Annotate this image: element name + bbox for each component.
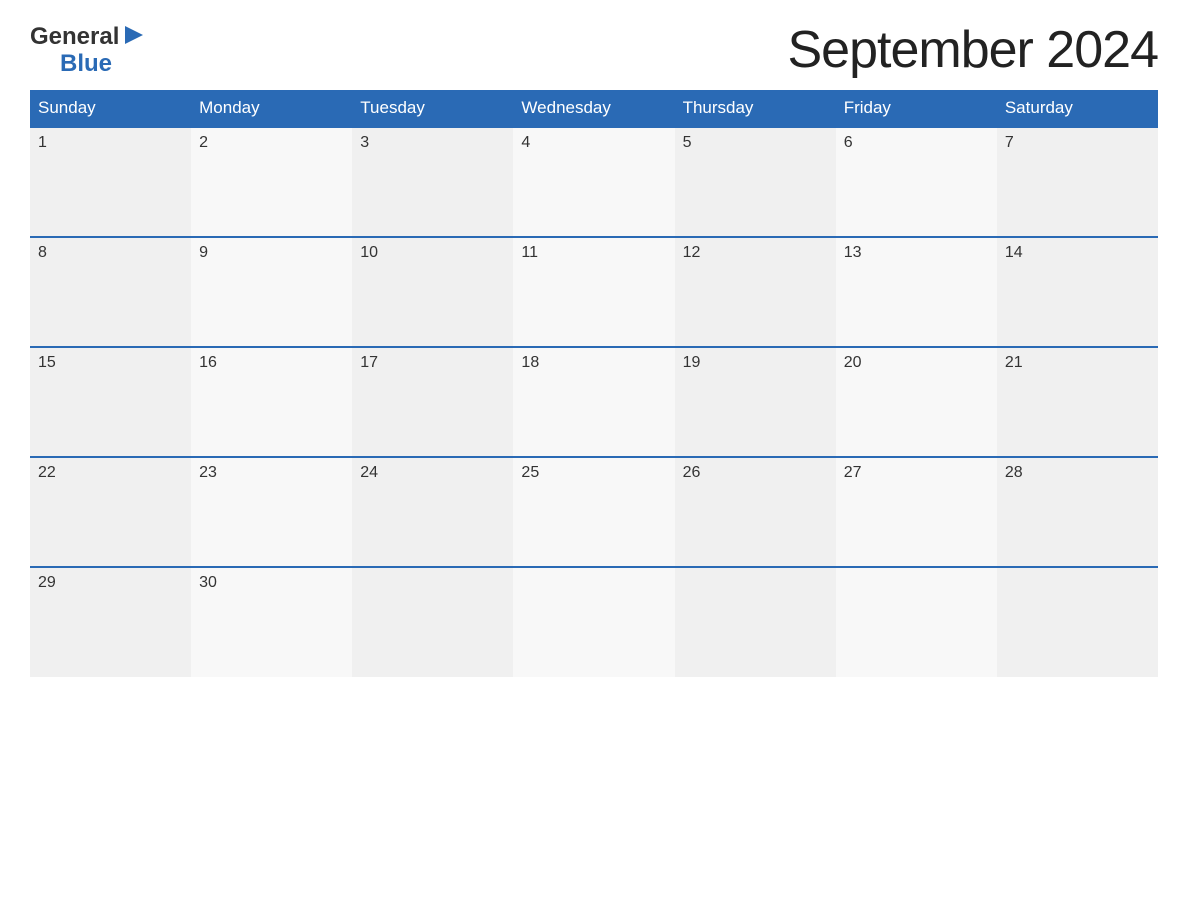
calendar-day-cell: 25 [513, 457, 674, 567]
calendar-day-cell: 22 [30, 457, 191, 567]
logo-arrow-icon [123, 24, 145, 50]
calendar-day-cell: 2 [191, 127, 352, 237]
page-header: General Blue September 2024 [30, 20, 1158, 80]
day-number: 3 [360, 134, 369, 151]
day-number: 11 [521, 244, 538, 261]
calendar-day-cell: 19 [675, 347, 836, 457]
day-number: 1 [38, 134, 47, 151]
day-number: 15 [38, 354, 56, 371]
calendar-day-cell: 13 [836, 237, 997, 347]
calendar-week-row: 22 23 24 25 26 27 28 [30, 457, 1158, 567]
day-number: 5 [683, 134, 692, 151]
month-title: September 2024 [788, 20, 1159, 80]
calendar-day-cell [836, 567, 997, 677]
day-number: 20 [844, 354, 862, 371]
day-number: 8 [38, 244, 47, 261]
calendar-week-row: 15 16 17 18 19 20 21 [30, 347, 1158, 457]
calendar-day-cell: 5 [675, 127, 836, 237]
day-number: 2 [199, 134, 208, 151]
calendar-day-cell: 3 [352, 127, 513, 237]
day-number: 25 [521, 464, 539, 481]
logo: General Blue [30, 24, 145, 76]
day-number: 29 [38, 574, 56, 591]
calendar-day-cell: 18 [513, 347, 674, 457]
logo-blue-text: Blue [60, 52, 112, 76]
day-number: 16 [199, 354, 217, 371]
day-number: 21 [1005, 354, 1023, 371]
calendar-day-cell [513, 567, 674, 677]
calendar-day-cell [997, 567, 1158, 677]
day-number: 12 [683, 244, 701, 261]
calendar-day-cell: 4 [513, 127, 674, 237]
header-friday: Friday [836, 90, 997, 127]
calendar-day-cell: 28 [997, 457, 1158, 567]
day-number: 6 [844, 134, 853, 151]
day-number: 10 [360, 244, 378, 261]
calendar-day-cell: 30 [191, 567, 352, 677]
calendar-day-cell: 7 [997, 127, 1158, 237]
calendar-day-cell: 10 [352, 237, 513, 347]
logo-general-text: General [30, 25, 119, 49]
calendar-day-cell: 27 [836, 457, 997, 567]
calendar-day-cell: 6 [836, 127, 997, 237]
calendar-day-cell: 11 [513, 237, 674, 347]
header-saturday: Saturday [997, 90, 1158, 127]
calendar-day-cell: 29 [30, 567, 191, 677]
day-number: 23 [199, 464, 217, 481]
day-number: 18 [521, 354, 539, 371]
calendar-day-cell: 12 [675, 237, 836, 347]
calendar-day-cell: 26 [675, 457, 836, 567]
calendar-day-cell: 17 [352, 347, 513, 457]
header-tuesday: Tuesday [352, 90, 513, 127]
calendar-day-cell: 23 [191, 457, 352, 567]
calendar-week-row: 29 30 [30, 567, 1158, 677]
calendar-header-row: Sunday Monday Tuesday Wednesday Thursday… [30, 90, 1158, 127]
day-number: 4 [521, 134, 530, 151]
header-monday: Monday [191, 90, 352, 127]
calendar-day-cell [352, 567, 513, 677]
calendar-week-row: 8 9 10 11 12 13 14 [30, 237, 1158, 347]
day-number: 22 [38, 464, 56, 481]
calendar-day-cell: 1 [30, 127, 191, 237]
day-number: 14 [1005, 244, 1023, 261]
day-number: 7 [1005, 134, 1014, 151]
day-number: 19 [683, 354, 701, 371]
day-number: 28 [1005, 464, 1023, 481]
calendar-day-cell: 20 [836, 347, 997, 457]
calendar-day-cell: 14 [997, 237, 1158, 347]
day-number: 17 [360, 354, 378, 371]
calendar-day-cell: 21 [997, 347, 1158, 457]
day-number: 13 [844, 244, 862, 261]
calendar-day-cell: 8 [30, 237, 191, 347]
header-wednesday: Wednesday [513, 90, 674, 127]
calendar-day-cell [675, 567, 836, 677]
calendar-day-cell: 15 [30, 347, 191, 457]
header-thursday: Thursday [675, 90, 836, 127]
header-sunday: Sunday [30, 90, 191, 127]
calendar-day-cell: 24 [352, 457, 513, 567]
day-number: 30 [199, 574, 217, 591]
calendar-day-cell: 9 [191, 237, 352, 347]
calendar-week-row: 1 2 3 4 5 6 7 [30, 127, 1158, 237]
calendar-table: Sunday Monday Tuesday Wednesday Thursday… [30, 90, 1158, 677]
day-number: 24 [360, 464, 378, 481]
calendar-day-cell: 16 [191, 347, 352, 457]
day-number: 9 [199, 244, 208, 261]
day-number: 26 [683, 464, 701, 481]
day-number: 27 [844, 464, 862, 481]
